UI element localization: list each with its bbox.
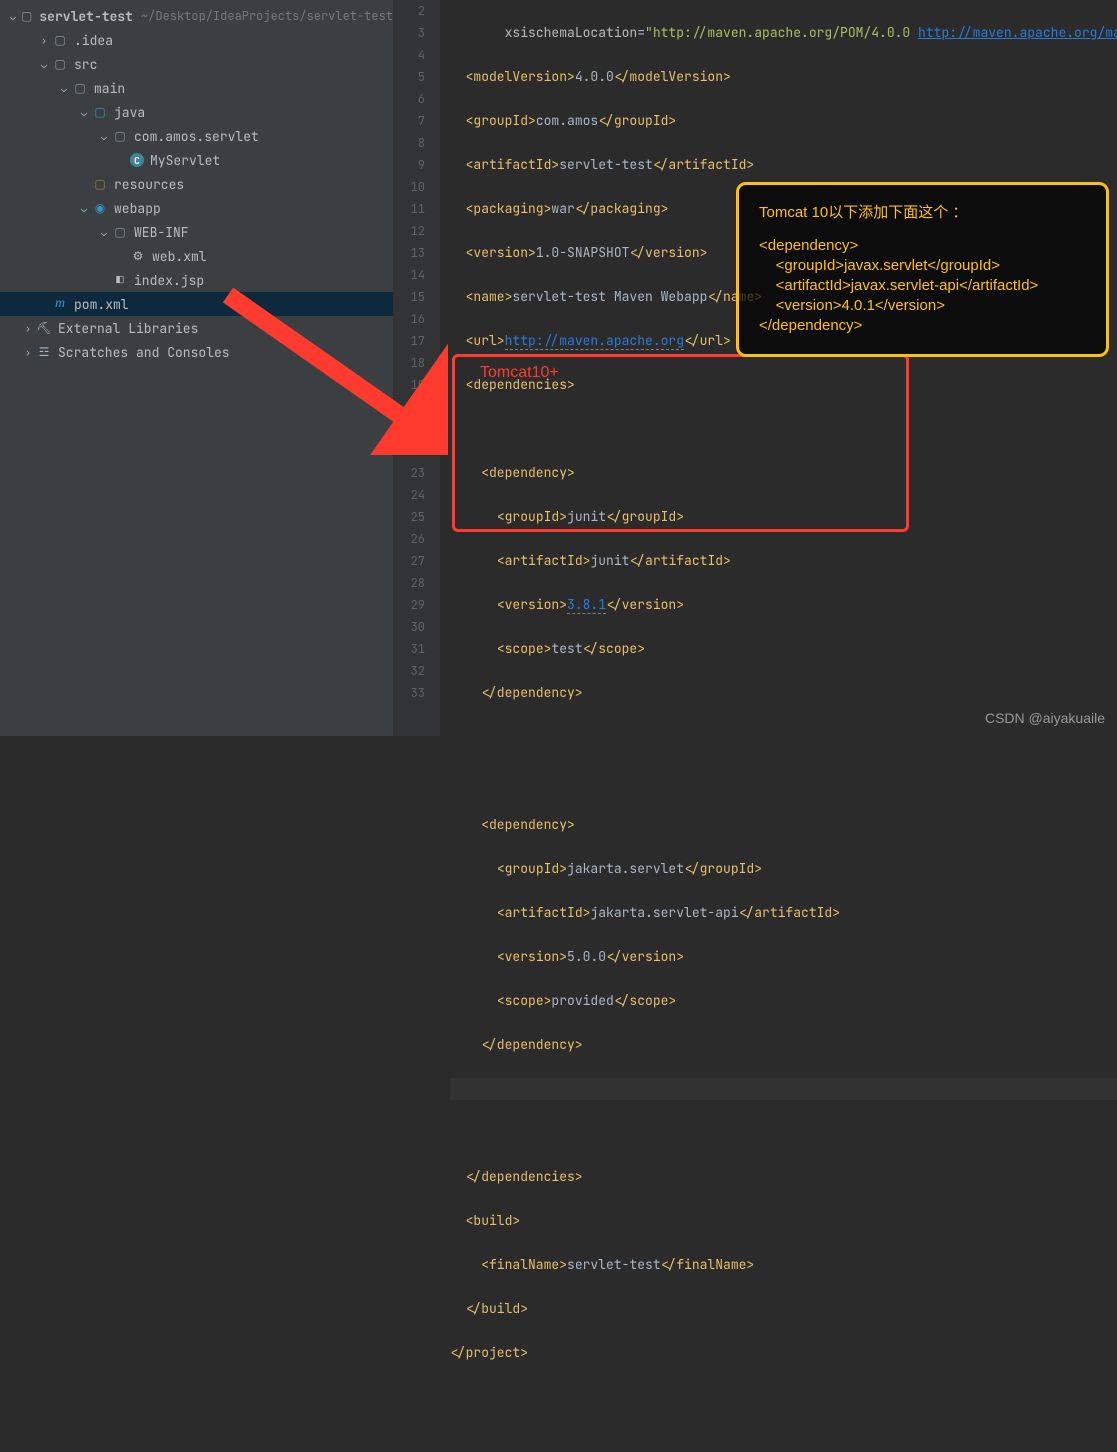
chevron-right-icon: › xyxy=(22,322,34,335)
orange-box-title: Tomcat 10以下添加下面这个 ： xyxy=(759,201,1086,222)
tree-root[interactable]: ⌄ ▢ servlet-test ~/Desktop/IdeaProjects/… xyxy=(0,4,393,28)
gutter-line-number: 6 xyxy=(394,88,425,110)
gutter-line-number: 19 xyxy=(394,374,425,396)
gutter-line-number: 26 xyxy=(394,528,425,550)
tree-src[interactable]: ⌄ ▢ src xyxy=(0,52,393,76)
gutter-line-number: 20 xyxy=(394,396,425,418)
tree-package[interactable]: ⌄ ▢ com.amos.servlet xyxy=(0,124,393,148)
tree-webxml[interactable]: ⚙ web.xml xyxy=(0,244,393,268)
resources-icon: ▢ xyxy=(92,176,108,192)
gutter-line-number: 17 xyxy=(394,330,425,352)
chevron-down-icon: ⌄ xyxy=(98,226,110,239)
xml-icon: ⚙ xyxy=(130,248,146,264)
tree-java[interactable]: ⌄ ▢ java xyxy=(0,100,393,124)
folder-icon: ▢ xyxy=(52,56,68,72)
annotation-orange-box: Tomcat 10以下添加下面这个 ： <dependency> <groupI… xyxy=(736,182,1109,357)
chevron-down-icon: ⌄ xyxy=(8,10,18,23)
folder-icon: ▢ xyxy=(52,32,68,48)
gutter-line-number: 7 xyxy=(394,110,425,132)
gutter-line-number: 10 xyxy=(394,176,425,198)
gutter-line-number: 30 xyxy=(394,616,425,638)
maven-icon: m xyxy=(52,296,68,312)
gutter-line-number: 9 xyxy=(394,154,425,176)
project-path: ~/Desktop/IdeaProjects/servlet-test xyxy=(141,8,393,24)
chevron-down-icon: ⌄ xyxy=(78,202,90,215)
folder-icon: ▢ xyxy=(72,80,88,96)
chevron-right-icon: › xyxy=(38,34,50,47)
gutter-line-number: 23 xyxy=(394,462,425,484)
folder-icon: ▢ xyxy=(92,104,108,120)
folder-icon: ▢ xyxy=(20,8,33,24)
gutter-line-number: 27 xyxy=(394,550,425,572)
tree-scratches[interactable]: › ☲ Scratches and Consoles xyxy=(0,340,393,364)
tree-webinf[interactable]: ⌄ ▢ WEB-INF xyxy=(0,220,393,244)
tree-resources[interactable]: ▢ resources xyxy=(0,172,393,196)
web-icon: ◉ xyxy=(92,200,108,216)
chevron-down-icon: ⌄ xyxy=(38,58,50,71)
tree-indexjsp[interactable]: ◧ index.jsp xyxy=(0,268,393,292)
watermark: CSDN @aiyakuaile xyxy=(985,710,1105,726)
package-icon: ▢ xyxy=(112,128,128,144)
chevron-down-icon: ⌄ xyxy=(98,130,110,143)
tree-pom[interactable]: m pom.xml xyxy=(0,292,393,316)
scratches-icon: ☲ xyxy=(36,344,52,360)
gutter-line-number: 8 xyxy=(394,132,425,154)
gutter-line-number: 22 xyxy=(394,440,425,462)
class-icon: C xyxy=(130,153,144,167)
gutter-line-number: 5 xyxy=(394,66,425,88)
jsp-icon: ◧ xyxy=(112,272,128,288)
folder-icon: ▢ xyxy=(112,224,128,240)
gutter-line-number: 13 xyxy=(394,242,425,264)
tree-class[interactable]: C MyServlet xyxy=(0,148,393,172)
gutter-line-number: 14 xyxy=(394,264,425,286)
tree-external-libs[interactable]: › ⛏ External Libraries xyxy=(0,316,393,340)
gutter-line-number: 31 xyxy=(394,638,425,660)
chevron-right-icon: › xyxy=(22,346,34,359)
gutter-line-number: 18 xyxy=(394,352,425,374)
library-icon: ⛏ xyxy=(36,320,52,336)
project-tree[interactable]: ⌄ ▢ servlet-test ~/Desktop/IdeaProjects/… xyxy=(0,0,394,736)
editor-code[interactable]: xsischemaLocation="http://maven.apache.o… xyxy=(440,0,1117,736)
chevron-down-icon: ⌄ xyxy=(78,106,90,119)
tree-main[interactable]: ⌄ ▢ main xyxy=(0,76,393,100)
editor-gutter: 2345678910111213141516171819202122232425… xyxy=(394,0,440,736)
gutter-line-number: 12 xyxy=(394,220,425,242)
gutter-line-number: 29 xyxy=(394,594,425,616)
code-editor[interactable]: 2345678910111213141516171819202122232425… xyxy=(394,0,1117,736)
gutter-line-number: 2 xyxy=(394,0,425,22)
gutter-line-number: 21 xyxy=(394,418,425,440)
gutter-line-number: 16 xyxy=(394,308,425,330)
chevron-down-icon: ⌄ xyxy=(58,82,70,95)
gutter-line-number: 11 xyxy=(394,198,425,220)
tree-idea[interactable]: › ▢ .idea xyxy=(0,28,393,52)
gutter-line-number: 33 xyxy=(394,682,425,704)
gutter-line-number: 25 xyxy=(394,506,425,528)
gutter-line-number: 15 xyxy=(394,286,425,308)
gutter-line-number: 28 xyxy=(394,572,425,594)
tree-webapp[interactable]: ⌄ ◉ webapp xyxy=(0,196,393,220)
gutter-line-number: 3 xyxy=(394,22,425,44)
gutter-line-number: 4 xyxy=(394,44,425,66)
gutter-line-number: 32 xyxy=(394,660,425,682)
gutter-line-number: 24 xyxy=(394,484,425,506)
project-name: servlet-test xyxy=(39,8,133,25)
